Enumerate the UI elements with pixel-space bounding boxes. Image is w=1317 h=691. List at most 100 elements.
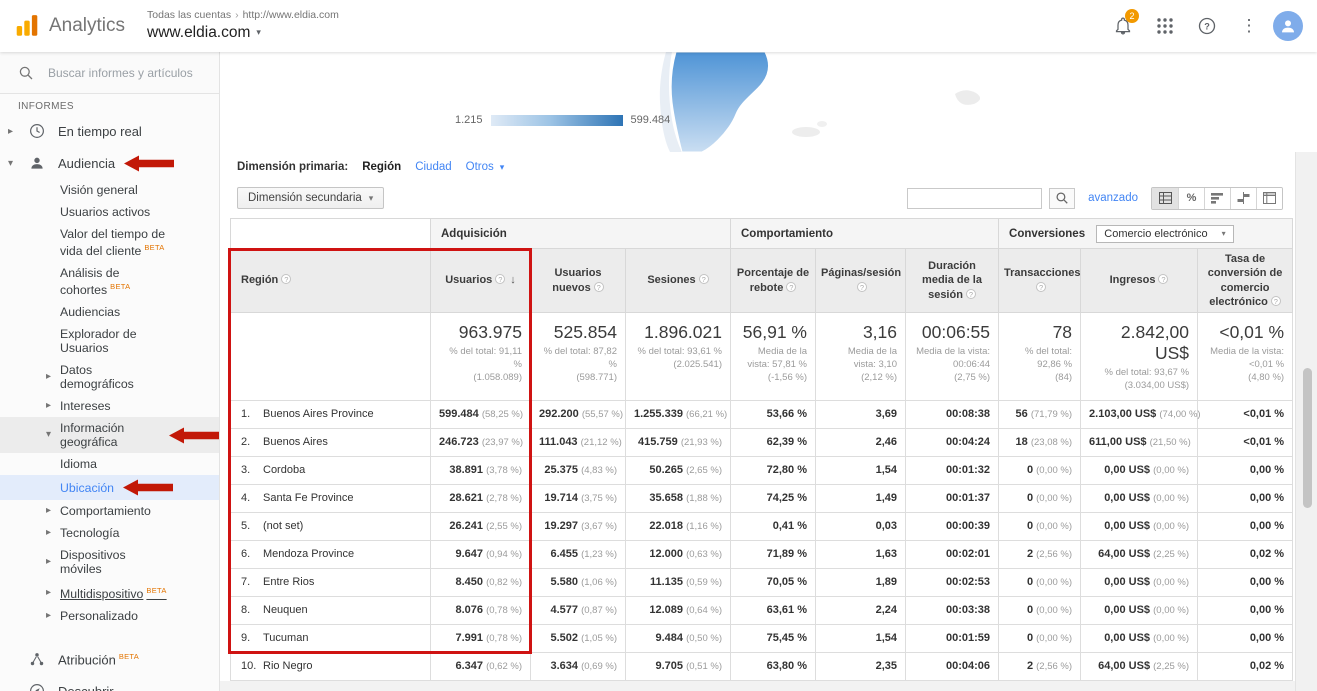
dimension-region[interactable]: Región bbox=[362, 161, 401, 173]
table-row[interactable]: 9.Tucuman7.991 (0,78 %)5.502 (1,05 %)9.4… bbox=[231, 624, 1293, 652]
sidebar-item-ubicacion[interactable]: Ubicación bbox=[0, 475, 219, 500]
region-cell[interactable]: 8.Neuquen bbox=[231, 596, 431, 624]
col-duracion[interactable]: Duración media de la sesión? bbox=[906, 249, 999, 313]
region-cell[interactable]: 10.Rio Negro bbox=[231, 652, 431, 680]
region-name[interactable]: (not set) bbox=[263, 520, 303, 532]
apps-grid-button[interactable] bbox=[1147, 8, 1183, 44]
table-row[interactable]: 6.Mendoza Province9.647 (0,94 %)6.455 (1… bbox=[231, 540, 1293, 568]
comparison-view-button[interactable] bbox=[1230, 188, 1256, 209]
map-argentina-shape[interactable] bbox=[220, 52, 1295, 152]
performance-view-button[interactable] bbox=[1204, 188, 1230, 209]
pivot-view-button[interactable] bbox=[1256, 188, 1282, 209]
sidebar-item-informacion-geografica[interactable]: ▾Información geográfica bbox=[0, 417, 219, 453]
col-rebote[interactable]: Porcentaje de rebote? bbox=[731, 249, 816, 313]
chevron-down-icon[interactable]: ▾ bbox=[46, 428, 60, 442]
chevron-right-icon[interactable]: ▸ bbox=[46, 609, 60, 623]
region-cell[interactable]: 6.Mendoza Province bbox=[231, 540, 431, 568]
table-row[interactable]: 1.Buenos Aires Province599.484 (58,25 %)… bbox=[231, 400, 1293, 428]
region-name[interactable]: Buenos Aires Province bbox=[263, 408, 374, 420]
region-cell[interactable]: 1.Buenos Aires Province bbox=[231, 400, 431, 428]
col-transacciones[interactable]: Transacciones? bbox=[999, 249, 1081, 313]
sidebar-item-multidispositivo[interactable]: ▸MultidispositivoBETA bbox=[0, 580, 219, 605]
chevron-right-icon[interactable]: ▸ bbox=[46, 504, 60, 518]
sidebar-item-dispositivos-moviles[interactable]: ▸Dispositivos móviles bbox=[0, 544, 219, 580]
region-name[interactable]: Tucuman bbox=[263, 632, 308, 644]
avatar[interactable] bbox=[1273, 11, 1303, 41]
sidebar-item-intereses[interactable]: ▸Intereses bbox=[0, 395, 219, 417]
sidebar-item-descubrir[interactable]: Descubrir bbox=[0, 675, 219, 691]
notifications-button[interactable]: 2 bbox=[1105, 8, 1141, 44]
col-region[interactable]: Región? bbox=[231, 249, 431, 313]
col-paginas-sesion[interactable]: Páginas/sesión? bbox=[816, 249, 906, 313]
region-cell[interactable]: 2.Buenos Aires bbox=[231, 428, 431, 456]
table-row[interactable]: 4.Santa Fe Province28.621 (2,78 %)19.714… bbox=[231, 484, 1293, 512]
region-cell[interactable]: 4.Santa Fe Province bbox=[231, 484, 431, 512]
table-row[interactable]: 2.Buenos Aires246.723 (23,97 %)111.043 (… bbox=[231, 428, 1293, 456]
sidebar-item-audiencias[interactable]: Audiencias bbox=[0, 301, 219, 323]
table-search-button[interactable] bbox=[1049, 188, 1075, 209]
col-usuarios[interactable]: Usuarios?↓ bbox=[431, 249, 531, 313]
analytics-logo[interactable]: Analytics bbox=[14, 13, 125, 39]
region-name[interactable]: Entre Rios bbox=[263, 576, 314, 588]
chevron-down-icon[interactable]: ▾ bbox=[8, 158, 24, 169]
ecommerce-type-select[interactable]: Comercio electrónico ▾ bbox=[1096, 225, 1233, 243]
dimension-other[interactable]: Otros bbox=[466, 161, 494, 173]
breadcrumb-accounts[interactable]: Todas las cuentas bbox=[147, 9, 231, 21]
table-row[interactable]: 3.Cordoba38.891 (3,78 %)25.375 (4,83 %)5… bbox=[231, 456, 1293, 484]
region-cell[interactable]: 5.(not set) bbox=[231, 512, 431, 540]
sidebar-item-en-tiempo-real[interactable]: ▸En tiempo real bbox=[0, 115, 219, 147]
search-input[interactable] bbox=[46, 65, 198, 81]
scrollbar-thumb[interactable] bbox=[1303, 368, 1312, 508]
sidebar-item-audiencia[interactable]: ▾Audiencia bbox=[0, 147, 219, 179]
help-icon[interactable]: ? bbox=[1158, 274, 1168, 284]
chevron-right-icon[interactable]: ▸ bbox=[46, 526, 60, 540]
help-icon[interactable]: ? bbox=[281, 274, 291, 284]
help-icon[interactable]: ? bbox=[1271, 296, 1281, 306]
sidebar-item-personalizado[interactable]: ▸Personalizado bbox=[0, 605, 219, 627]
col-usuarios-nuevos[interactable]: Usuarios nuevos? bbox=[531, 249, 626, 313]
dimension-city[interactable]: Ciudad bbox=[415, 161, 451, 173]
help-icon[interactable]: ? bbox=[594, 282, 604, 292]
breadcrumb[interactable]: Todas las cuentas›http://www.eldia.com bbox=[147, 9, 339, 23]
col-sesiones[interactable]: Sesiones? bbox=[626, 249, 731, 313]
more-options-button[interactable]: ⋮ bbox=[1231, 8, 1267, 44]
help-icon[interactable]: ? bbox=[966, 289, 976, 299]
region-cell[interactable]: 7.Entre Rios bbox=[231, 568, 431, 596]
help-icon[interactable]: ? bbox=[786, 282, 796, 292]
region-name[interactable]: Santa Fe Province bbox=[263, 492, 354, 504]
sidebar-item-explorador-usuarios[interactable]: Explorador de Usuarios bbox=[0, 323, 219, 359]
region-name[interactable]: Mendoza Province bbox=[263, 548, 354, 560]
property-selector[interactable]: www.eldia.com ▾ bbox=[147, 23, 339, 43]
col-tasa-conversion[interactable]: Tasa de conversión de comercio electróni… bbox=[1198, 249, 1293, 313]
sidebar-item-usuarios-activos[interactable]: Usuarios activos bbox=[0, 201, 219, 223]
table-row[interactable]: 10.Rio Negro6.347 (0,62 %)3.634 (0,69 %)… bbox=[231, 652, 1293, 680]
table-search-input[interactable] bbox=[907, 188, 1042, 209]
table-view-button[interactable] bbox=[1152, 188, 1178, 209]
breadcrumb-property-url[interactable]: http://www.eldia.com bbox=[243, 9, 339, 21]
help-icon[interactable]: ? bbox=[1036, 282, 1046, 292]
chevron-right-icon[interactable]: ▸ bbox=[8, 126, 24, 137]
help-icon[interactable]: ? bbox=[699, 274, 709, 284]
sidebar-item-vision-general[interactable]: Visión general bbox=[0, 179, 219, 201]
sidebar-item-atribucion[interactable]: AtribuciónBETA bbox=[0, 643, 219, 675]
help-icon[interactable]: ? bbox=[857, 282, 867, 292]
region-name[interactable]: Cordoba bbox=[263, 464, 305, 476]
chevron-right-icon[interactable]: ▸ bbox=[46, 399, 60, 413]
sidebar-item-idioma[interactable]: Idioma bbox=[0, 453, 219, 475]
secondary-dimension-button[interactable]: Dimensión secundaria ▾ bbox=[237, 187, 384, 209]
region-cell[interactable]: 9.Tucuman bbox=[231, 624, 431, 652]
table-row[interactable]: 7.Entre Rios8.450 (0,82 %)5.580 (1,06 %)… bbox=[231, 568, 1293, 596]
sidebar-item-valor-tiempo-vida-cliente[interactable]: Valor del tiempo de vida del clienteBETA bbox=[0, 223, 219, 262]
sidebar-search[interactable] bbox=[0, 52, 219, 94]
sidebar-item-comportamiento[interactable]: ▸Comportamiento bbox=[0, 500, 219, 522]
help-button[interactable]: ? bbox=[1189, 8, 1225, 44]
help-icon[interactable]: ? bbox=[495, 274, 505, 284]
table-row[interactable]: 5.(not set)26.241 (2,55 %)19.297 (3,67 %… bbox=[231, 512, 1293, 540]
advanced-filter-link[interactable]: avanzado bbox=[1088, 192, 1138, 204]
chevron-right-icon[interactable]: ▸ bbox=[46, 555, 60, 569]
percentage-view-button[interactable]: % bbox=[1178, 188, 1204, 209]
region-name[interactable]: Neuquen bbox=[263, 604, 308, 616]
chevron-right-icon[interactable]: ▸ bbox=[46, 370, 60, 384]
col-ingresos[interactable]: Ingresos? bbox=[1081, 249, 1198, 313]
region-name[interactable]: Rio Negro bbox=[263, 660, 313, 672]
